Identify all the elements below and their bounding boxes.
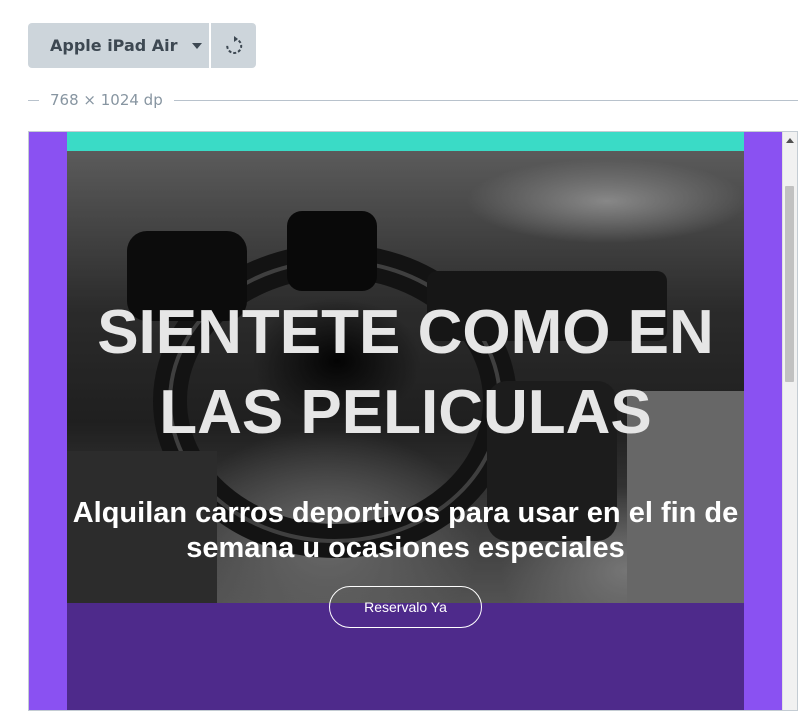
dimensions-label: 768 × 1024 dp bbox=[50, 91, 163, 109]
ruler-line-right bbox=[173, 99, 798, 101]
hero-subtitle: Alquilan carros deportivos para usar en … bbox=[72, 497, 739, 564]
rotate-icon bbox=[225, 35, 242, 54]
rotate-button[interactable] bbox=[211, 23, 256, 68]
device-preview-frame[interactable]: SIENTETE COMO EN LAS PELICULAS Alquilan … bbox=[28, 131, 798, 711]
device-dropdown[interactable]: Apple iPad Air bbox=[28, 23, 209, 68]
arrow-up-icon[interactable] bbox=[786, 138, 794, 143]
dimension-ruler: 768 × 1024 dp bbox=[28, 90, 798, 110]
reserve-button[interactable]: Reservalo Ya bbox=[329, 586, 482, 628]
device-label: Apple iPad Air bbox=[50, 36, 178, 55]
scroll-thumb[interactable] bbox=[785, 186, 794, 382]
top-stripe bbox=[67, 132, 744, 151]
hero-section: SIENTETE COMO EN LAS PELICULAS Alquilan … bbox=[67, 151, 744, 603]
preview-page: SIENTETE COMO EN LAS PELICULAS Alquilan … bbox=[67, 132, 744, 710]
hero-title: SIENTETE COMO EN LAS PELICULAS bbox=[97, 298, 714, 447]
preview-scrollbar[interactable] bbox=[782, 132, 797, 710]
chevron-down-icon bbox=[191, 42, 202, 49]
ruler-line-left bbox=[28, 99, 39, 101]
device-toolbar: Apple iPad Air bbox=[28, 23, 256, 68]
